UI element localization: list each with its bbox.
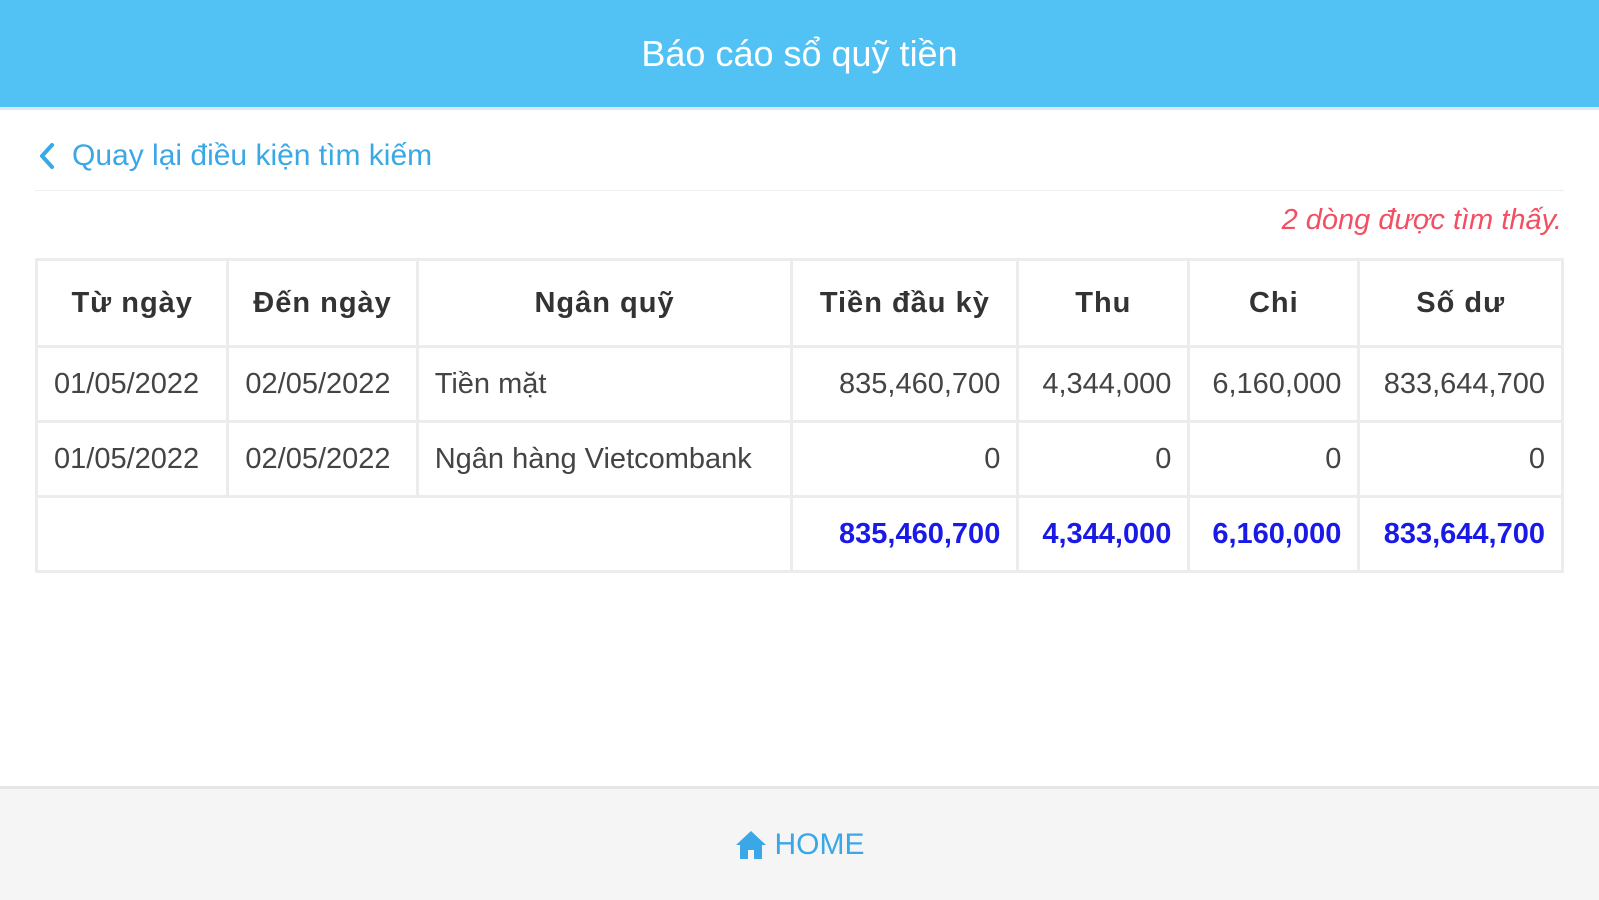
cell-balance: 0 xyxy=(1357,420,1564,498)
divider xyxy=(35,190,1564,191)
back-link-label: Quay lại điều kiện tìm kiếm xyxy=(72,139,433,172)
col-header-from-date[interactable]: Từ ngày xyxy=(34,258,230,348)
cell-balance: 833,644,700 xyxy=(1357,345,1564,423)
cell-from-date: 01/05/2022 xyxy=(34,345,230,423)
home-label: HOME xyxy=(774,827,865,861)
col-header-balance[interactable]: Số dư xyxy=(1357,258,1564,348)
cell-expense: 6,160,000 xyxy=(1187,345,1361,423)
header-bar: Báo cáo sổ quỹ tiền xyxy=(0,0,1599,110)
page-title: Báo cáo sổ quỹ tiền xyxy=(641,32,958,74)
col-header-opening-balance[interactable]: Tiền đầu kỳ xyxy=(790,258,1020,348)
cell-opening-balance: 0 xyxy=(790,420,1020,498)
cell-fund: Tiền mặt xyxy=(415,345,794,423)
cell-fund: Ngân hàng Vietcombank xyxy=(415,420,794,498)
chevron-left-icon xyxy=(40,143,54,169)
total-expense: 6,160,000 xyxy=(1187,495,1361,573)
col-header-expense[interactable]: Chi xyxy=(1187,258,1361,348)
total-balance: 833,644,700 xyxy=(1357,495,1564,573)
cell-from-date: 01/05/2022 xyxy=(34,420,230,498)
cell-opening-balance: 835,460,700 xyxy=(790,345,1020,423)
back-to-search-link[interactable]: Quay lại điều kiện tìm kiếm xyxy=(38,136,432,176)
col-header-fund[interactable]: Ngân quỹ xyxy=(415,258,794,348)
table-row[interactable]: 01/05/2022 02/05/2022 Tiền mặt 835,460,7… xyxy=(34,345,1564,423)
home-icon xyxy=(735,830,766,859)
totals-label-cell xyxy=(34,495,794,573)
fund-report-table: Từ ngày Đến ngày Ngân quỹ Tiền đầu kỳ Th… xyxy=(34,258,1564,573)
cell-to-date: 02/05/2022 xyxy=(226,345,419,423)
col-header-income[interactable]: Thu xyxy=(1016,258,1191,348)
footer-bar: HOME xyxy=(0,786,1599,900)
total-income: 4,344,000 xyxy=(1016,495,1191,573)
total-opening-balance: 835,460,700 xyxy=(790,495,1020,573)
col-header-to-date[interactable]: Đến ngày xyxy=(226,258,419,348)
totals-row: 835,460,700 4,344,000 6,160,000 833,644,… xyxy=(34,495,1564,573)
table-header-row: Từ ngày Đến ngày Ngân quỹ Tiền đầu kỳ Th… xyxy=(34,258,1564,348)
home-button[interactable]: HOME xyxy=(735,828,865,862)
cell-income: 4,344,000 xyxy=(1016,345,1191,423)
cell-income: 0 xyxy=(1016,420,1191,498)
cell-to-date: 02/05/2022 xyxy=(226,420,419,498)
table-row[interactable]: 01/05/2022 02/05/2022 Ngân hàng Vietcomb… xyxy=(34,420,1564,498)
cell-expense: 0 xyxy=(1187,420,1361,498)
result-count: 2 dòng được tìm thấy. xyxy=(1281,204,1562,236)
